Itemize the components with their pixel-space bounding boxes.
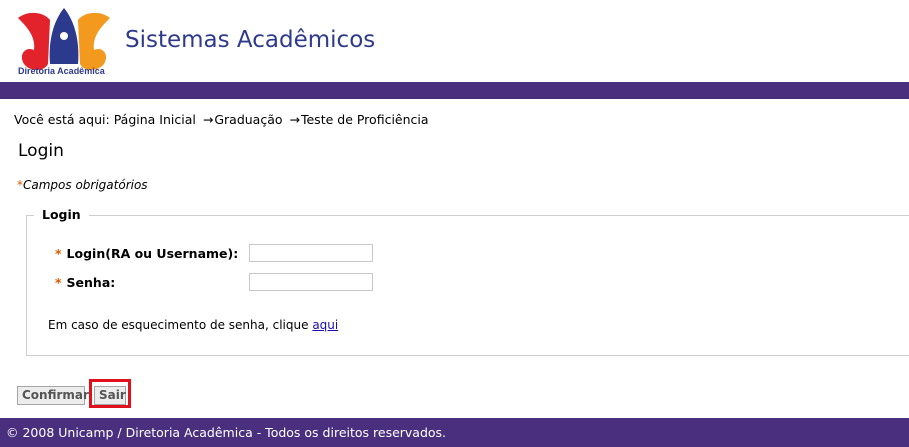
- login-label: * Login(RA ou Username):: [55, 246, 238, 261]
- login-input[interactable]: [249, 244, 373, 262]
- required-star-icon: *: [55, 246, 62, 261]
- required-star-icon: *: [55, 275, 62, 290]
- password-recovery-link[interactable]: aqui: [312, 318, 338, 332]
- page-title: Login: [18, 141, 64, 161]
- breadcrumb-item-home[interactable]: Página Inicial: [114, 112, 196, 127]
- confirm-button[interactable]: Confirmar: [17, 386, 89, 405]
- breadcrumb-arrow-icon: →: [202, 112, 214, 127]
- password-input[interactable]: [249, 273, 373, 291]
- breadcrumb: Você está aqui: Página Inicial →Graduaçã…: [14, 112, 429, 127]
- breadcrumb-arrow-icon: →: [289, 112, 300, 127]
- password-label: * Senha:: [55, 275, 115, 290]
- footer: © 2008 Unicamp / Diretoria Acadêmica - T…: [0, 418, 909, 447]
- header: Diretoria Acadêmica Sistemas Acadêmicos: [0, 0, 909, 82]
- login-fieldset: [26, 215, 909, 356]
- login-label-text: Login(RA ou Username):: [66, 246, 239, 261]
- password-label-text: Senha:: [66, 275, 116, 290]
- required-note: *Campos obrigatórios: [17, 178, 148, 192]
- breadcrumb-item-graduacao[interactable]: Graduação: [214, 112, 282, 127]
- hint-text: Em caso de esquecimento de senha, clique: [48, 318, 309, 332]
- breadcrumb-prefix: Você está aqui:: [14, 112, 110, 127]
- site-title: Sistemas Acadêmicos: [125, 27, 376, 53]
- top-bar: [0, 82, 909, 99]
- logo-caption: Diretoria Acadêmica: [18, 66, 105, 76]
- breadcrumb-item-current: Teste de Proficiência: [300, 112, 429, 127]
- required-note-text: Campos obrigatórios: [23, 178, 148, 192]
- fieldset-legend: Login: [34, 207, 89, 222]
- password-recovery-hint: Em caso de esquecimento de senha, clique…: [48, 318, 338, 332]
- exit-button[interactable]: Sair: [94, 386, 126, 405]
